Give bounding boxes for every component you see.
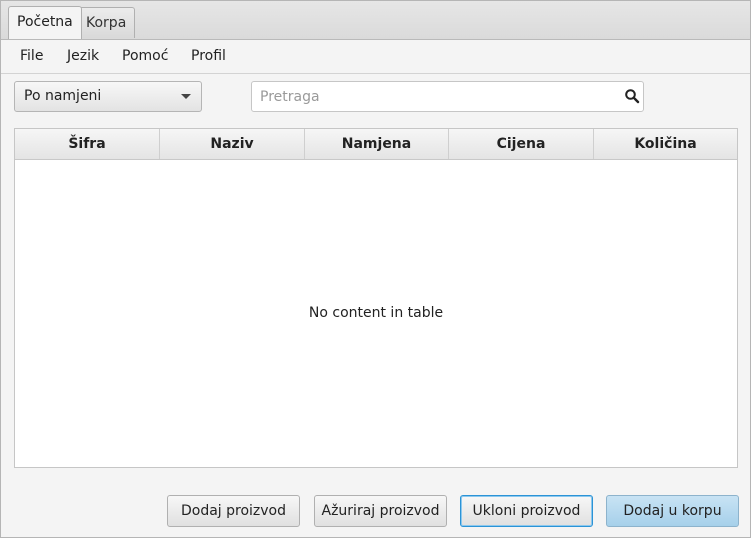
update-product-button[interactable]: Ažuriraj proizvod — [314, 495, 447, 527]
menu-bar: File Jezik Pomoć Profil — [1, 40, 750, 74]
chevron-down-icon — [181, 94, 191, 99]
add-product-button[interactable]: Dodaj proizvod — [167, 495, 300, 527]
tab-bar: Početna Korpa — [1, 1, 750, 40]
tab-korpa[interactable]: Korpa — [77, 7, 136, 38]
filter-dropdown-value: Po namjeni — [24, 88, 102, 104]
column-header-sifra[interactable]: Šifra — [15, 129, 160, 159]
app-window: Početna Korpa File Jezik Pomoć Profil Po… — [0, 0, 751, 538]
menu-pomoc[interactable]: Pomoć — [122, 40, 168, 73]
products-table: Šifra Naziv Namjena Cijena Količina No c… — [14, 128, 738, 468]
table-header: Šifra Naziv Namjena Cijena Količina — [15, 129, 737, 160]
add-to-cart-button[interactable]: Dodaj u korpu — [606, 495, 739, 527]
column-header-cijena[interactable]: Cijena — [449, 129, 594, 159]
search-box — [251, 81, 644, 112]
search-input[interactable] — [252, 82, 620, 111]
menu-profil[interactable]: Profil — [191, 40, 226, 73]
filter-dropdown[interactable]: Po namjeni — [14, 81, 202, 112]
column-header-namjena[interactable]: Namjena — [305, 129, 449, 159]
table-empty-placeholder: No content in table — [308, 305, 444, 321]
menu-jezik[interactable]: Jezik — [67, 40, 99, 73]
menu-file[interactable]: File — [20, 40, 43, 73]
tab-pocetna[interactable]: Početna — [8, 6, 82, 39]
search-icon[interactable] — [624, 88, 640, 104]
column-header-kolicina[interactable]: Količina — [594, 129, 737, 159]
column-header-naziv[interactable]: Naziv — [160, 129, 305, 159]
remove-product-button[interactable]: Ukloni proizvod — [460, 495, 593, 527]
